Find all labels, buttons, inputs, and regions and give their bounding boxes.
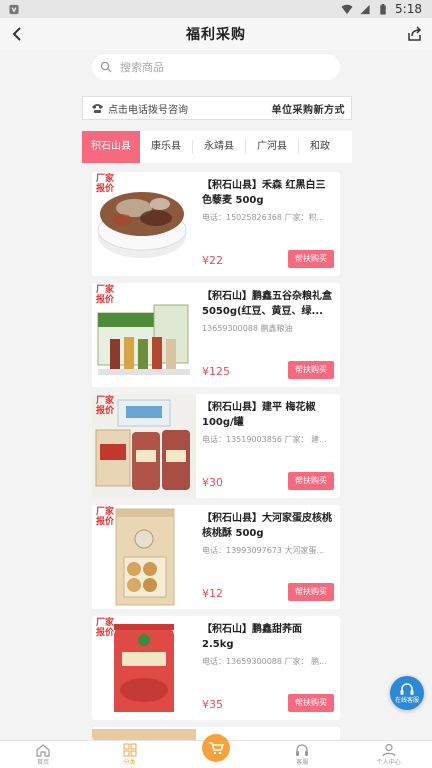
headset-icon <box>400 683 414 695</box>
battery-icon <box>380 3 386 15</box>
product-card[interactable]: 厂家报价 【积石山县】建平 梅花椒 100g/罐 电话：13519003856 … <box>92 394 340 498</box>
product-contact: 电话：13993097673 大河家蛋... <box>202 546 325 555</box>
nav-profile[interactable]: 个人中心 <box>359 740 419 768</box>
product-title: 【积石山县】禾森 红黑白三色藜麦 500g <box>202 180 326 206</box>
signal-icon <box>360 4 370 14</box>
headphones-icon <box>296 744 309 756</box>
call-consult-text: 点击电话拨号咨询 <box>108 104 188 116</box>
product-price: ¥35 <box>202 698 223 711</box>
phone-icon <box>92 104 103 113</box>
help-buy-button[interactable]: 帮扶购买 <box>288 694 334 712</box>
tab-hezheng[interactable]: 和政 <box>299 131 341 163</box>
search-input[interactable] <box>120 60 310 74</box>
product-price: ¥125 <box>202 365 230 378</box>
cart-button[interactable] <box>201 734 230 762</box>
product-card[interactable]: 厂家报价 【积石山县】大河家蛋皮核桃 核桃酥 500g 电话：139930976… <box>92 505 340 609</box>
help-buy-button[interactable]: 帮扶购买 <box>288 361 334 379</box>
home-icon <box>36 744 50 757</box>
nav-service[interactable]: 客服 <box>272 740 332 768</box>
status-right: 5:18 <box>341 2 422 16</box>
search-bar[interactable] <box>92 54 340 80</box>
nav-category-label: 分类 <box>123 759 136 766</box>
product-price: ¥22 <box>202 254 223 267</box>
product-card[interactable]: 厂家报价 【积石山】鹏鑫甜荞面 2.5kg 电话：13659300088 厂家：… <box>92 616 340 720</box>
app-notification-icon <box>9 4 19 14</box>
product-title: 【积石山】鹏鑫五谷杂粮礼盒5050g(红豆、黄豆、绿... <box>202 291 332 317</box>
factory-price-badge: 厂家报价 <box>96 507 115 527</box>
purchase-mode-text: 单位采购新方式 <box>271 104 345 116</box>
header-bar: 福利采购 <box>0 18 432 50</box>
nav-profile-label: 个人中心 <box>376 759 401 766</box>
bottom-nav: 首页 分类 客服 个人中心 <box>0 734 432 768</box>
nav-cart[interactable] <box>186 734 246 768</box>
product-price: ¥30 <box>202 476 223 489</box>
search-icon <box>100 61 112 73</box>
share-button[interactable] <box>404 22 426 46</box>
tab-kangle[interactable]: 康乐县 <box>140 131 192 163</box>
product-title: 【积石山县】建平 梅花椒 100g/罐 <box>202 402 316 428</box>
help-buy-button[interactable]: 帮扶购买 <box>288 250 334 268</box>
product-contact: 13659300088 鹏鑫粮油 <box>202 324 293 333</box>
consult-banner[interactable]: 点击电话拨号咨询 单位采购新方式 <box>82 96 352 120</box>
tab-jishishan[interactable]: 积石山县 <box>82 131 140 163</box>
help-buy-button[interactable]: 帮扶购买 <box>288 472 334 490</box>
wifi-icon <box>341 4 353 14</box>
product-card[interactable]: 厂家报价 【积石山】鹏鑫五谷杂粮礼盒5050g(红豆、黄豆、绿... 13659… <box>92 283 340 387</box>
user-icon <box>382 743 396 757</box>
nav-home[interactable]: 首页 <box>13 740 73 768</box>
factory-price-badge: 厂家报价 <box>96 174 115 194</box>
grid-icon <box>123 743 137 757</box>
online-service-label: 在线客服 <box>394 697 419 704</box>
tab-guanghe[interactable]: 广河县 <box>246 131 298 163</box>
county-tabs: 积石山县 康乐县 永靖县 广河县 和政 <box>82 131 352 163</box>
factory-price-badge: 厂家报价 <box>96 396 115 416</box>
call-consult[interactable]: 点击电话拨号咨询 <box>91 101 188 116</box>
factory-price-badge: 厂家报价 <box>96 285 115 305</box>
product-title: 【积石山】鹏鑫甜荞面 2.5kg <box>202 624 302 650</box>
nav-home-label: 首页 <box>37 759 50 766</box>
tab-yongjing[interactable]: 永靖县 <box>193 131 245 163</box>
factory-price-badge: 厂家报价 <box>96 618 115 638</box>
product-price: ¥12 <box>202 587 223 600</box>
product-contact: 电话：13659300088 厂家： 鹏... <box>202 657 327 666</box>
nav-service-label: 客服 <box>296 759 309 766</box>
status-bar: 5:18 <box>0 0 432 18</box>
page-title: 福利采购 <box>186 27 246 43</box>
online-service-button[interactable]: 在线客服 <box>390 676 424 710</box>
cart-icon <box>208 742 224 755</box>
chevron-left-icon <box>12 27 21 41</box>
share-icon <box>408 26 422 41</box>
product-contact: 电话：15025826368 厂家：积... <box>202 213 325 222</box>
status-left <box>8 4 20 15</box>
product-card[interactable]: 厂家报价 【积石山县】禾森 红黑白三色藜麦 500g 电话：1502582636… <box>92 172 340 276</box>
help-buy-button[interactable]: 帮扶购买 <box>288 583 334 601</box>
nav-category[interactable]: 分类 <box>100 740 160 768</box>
product-title: 【积石山县】大河家蛋皮核桃 核桃酥 500g <box>202 513 332 539</box>
product-image <box>92 727 196 740</box>
back-button[interactable] <box>6 22 28 46</box>
product-contact: 电话：13519003856 厂家： 建... <box>202 435 327 444</box>
status-time: 5:18 <box>395 2 422 16</box>
